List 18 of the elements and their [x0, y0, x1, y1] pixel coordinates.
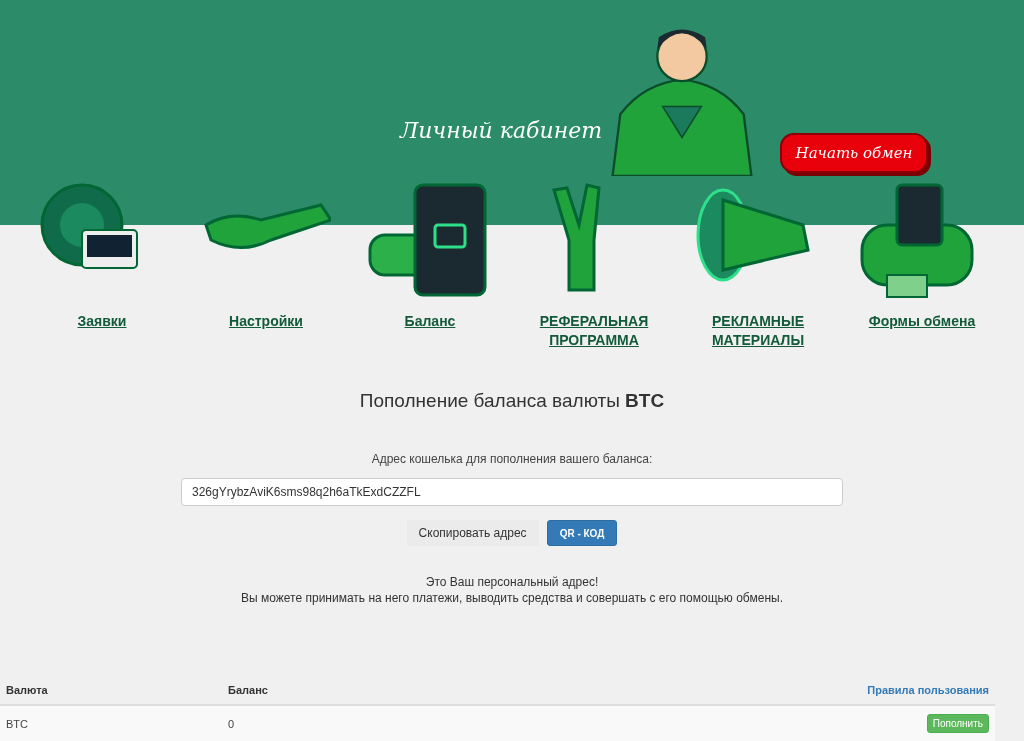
- address-field[interactable]: 326gYrybzAviK6sms98q2h6aTkExdCZZFL: [181, 478, 843, 506]
- nav-link[interactable]: Формы обмена: [857, 312, 987, 331]
- page-title: Личный кабинет: [400, 118, 602, 143]
- nav-link[interactable]: РЕКЛАМНЫЕ МАТЕРИАЛЫ: [693, 312, 823, 350]
- start-exchange-button[interactable]: Начать обмен: [780, 133, 928, 173]
- info-text: Это Ваш персональный адрес!: [424, 574, 600, 590]
- nav-link[interactable]: РЕФЕРАЛЬНАЯ ПРОГРАММА: [529, 312, 659, 350]
- copy-address-button[interactable]: Скопировать адрес: [406, 520, 539, 546]
- deposit-heading: Пополнение баланса валюты BTC: [359, 390, 665, 412]
- table-cell: BTC: [0, 705, 222, 741]
- info-text: Вы можете принимать на него платежи, выводить средства и совершать с его помощью обмены.: [241, 590, 783, 606]
- qr-code-button[interactable]: QR - КОД: [546, 520, 618, 546]
- nav-link[interactable]: Настройки: [201, 312, 331, 331]
- address-label: Адрес кошелька для пополнения вашего баланса:: [371, 452, 653, 466]
- nav-link[interactable]: Заявки: [37, 312, 167, 331]
- table-cell: 0: [222, 705, 439, 741]
- rules-link[interactable]: Правила пользования: [867, 684, 989, 696]
- nav-link[interactable]: Баланс: [365, 312, 495, 331]
